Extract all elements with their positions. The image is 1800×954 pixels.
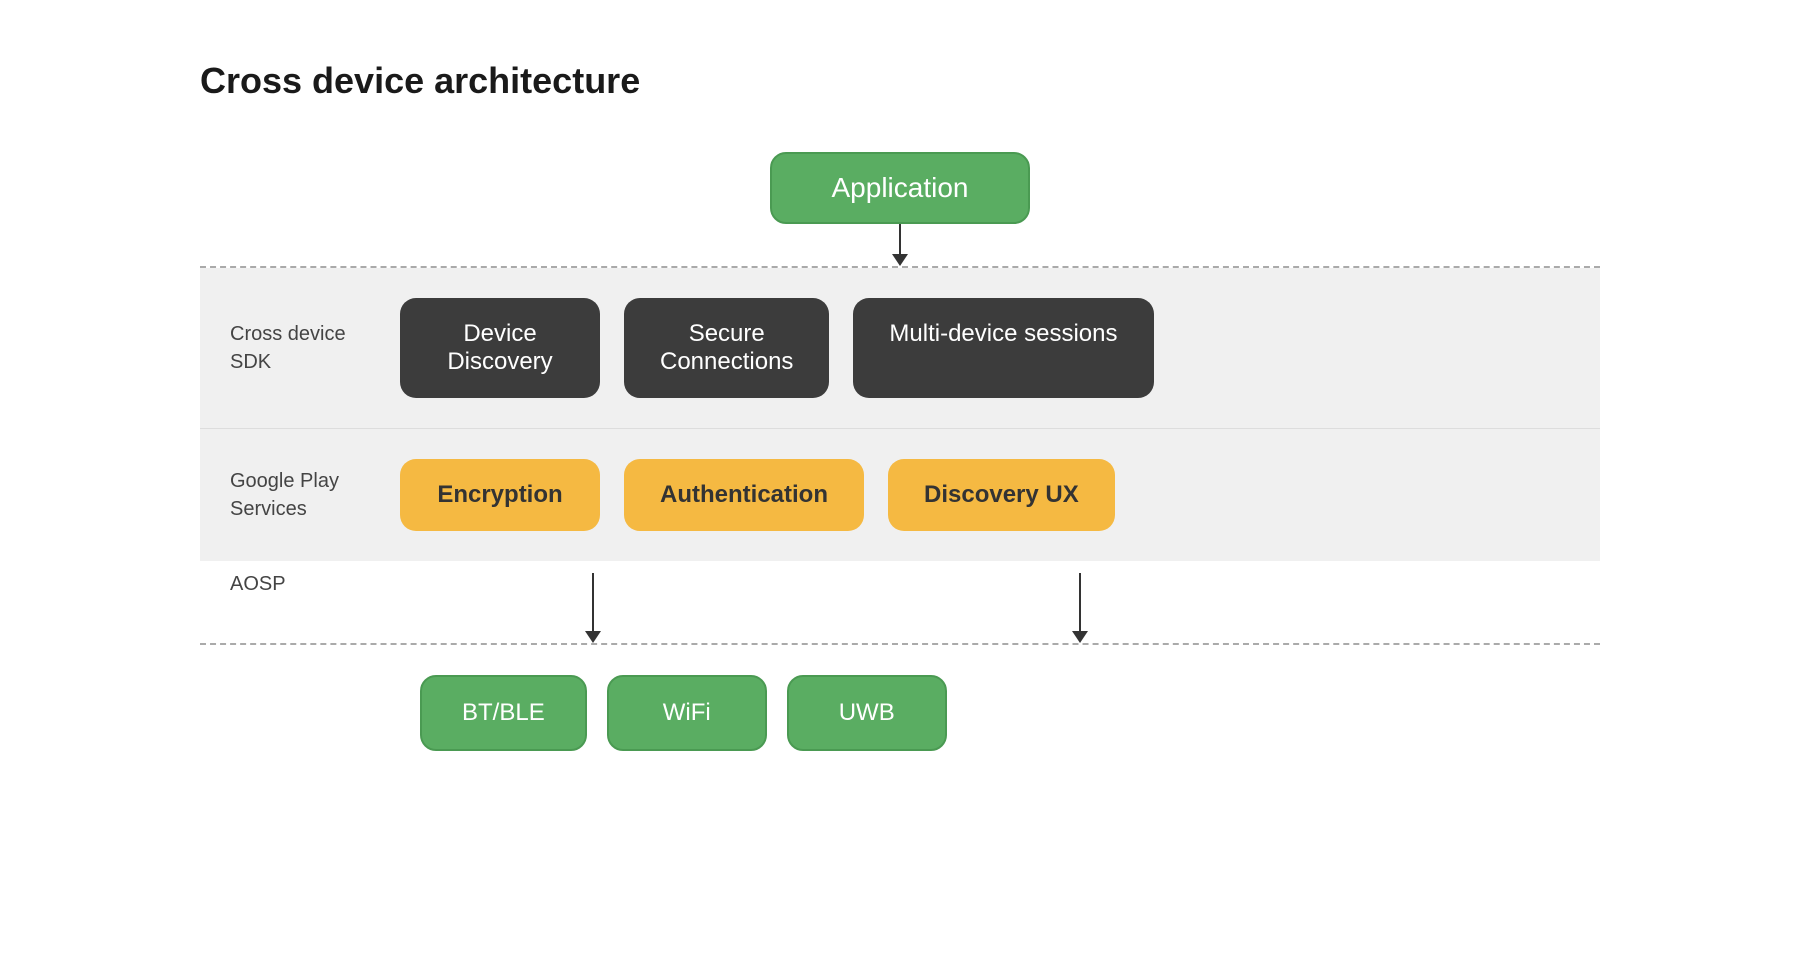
arrow-left: [585, 573, 601, 643]
sdk-item-device-discovery: Device Discovery: [400, 298, 600, 398]
diagram-wrapper: Application Cross device SDK Device Disc…: [200, 152, 1600, 811]
play-items: Encryption Authentication Discovery UX: [400, 459, 1600, 531]
sdk-item-multi-device: Multi-device sessions: [853, 298, 1153, 398]
sdk-label: Cross device SDK: [200, 320, 380, 376]
bottom-boxes-area: BT/BLE WiFi UWB: [200, 645, 1600, 811]
play-item-authentication: Authentication: [624, 459, 864, 531]
aosp-label: AOSP: [200, 573, 380, 596]
bottom-item-wifi: WiFi: [607, 675, 767, 751]
arrow-right: [1072, 573, 1088, 643]
page-title: Cross device architecture: [200, 60, 1600, 102]
sdk-item-secure-connections: Secure Connections: [624, 298, 829, 398]
play-services-label: Google Play Services: [200, 467, 380, 523]
bottom-item-uwb: UWB: [787, 675, 947, 751]
diagram-container: Cross device architecture Application Cr…: [200, 60, 1600, 811]
play-item-discovery-ux: Discovery UX: [888, 459, 1115, 531]
sdk-band: Cross device SDK Device Discovery Secure…: [200, 268, 1600, 429]
play-item-encryption: Encryption: [400, 459, 600, 531]
application-box: Application: [770, 152, 1031, 224]
play-services-band: Google Play Services Encryption Authenti…: [200, 429, 1600, 561]
bottom-item-bt-ble: BT/BLE: [420, 675, 587, 751]
sdk-items: Device Discovery Secure Connections Mult…: [400, 298, 1600, 398]
